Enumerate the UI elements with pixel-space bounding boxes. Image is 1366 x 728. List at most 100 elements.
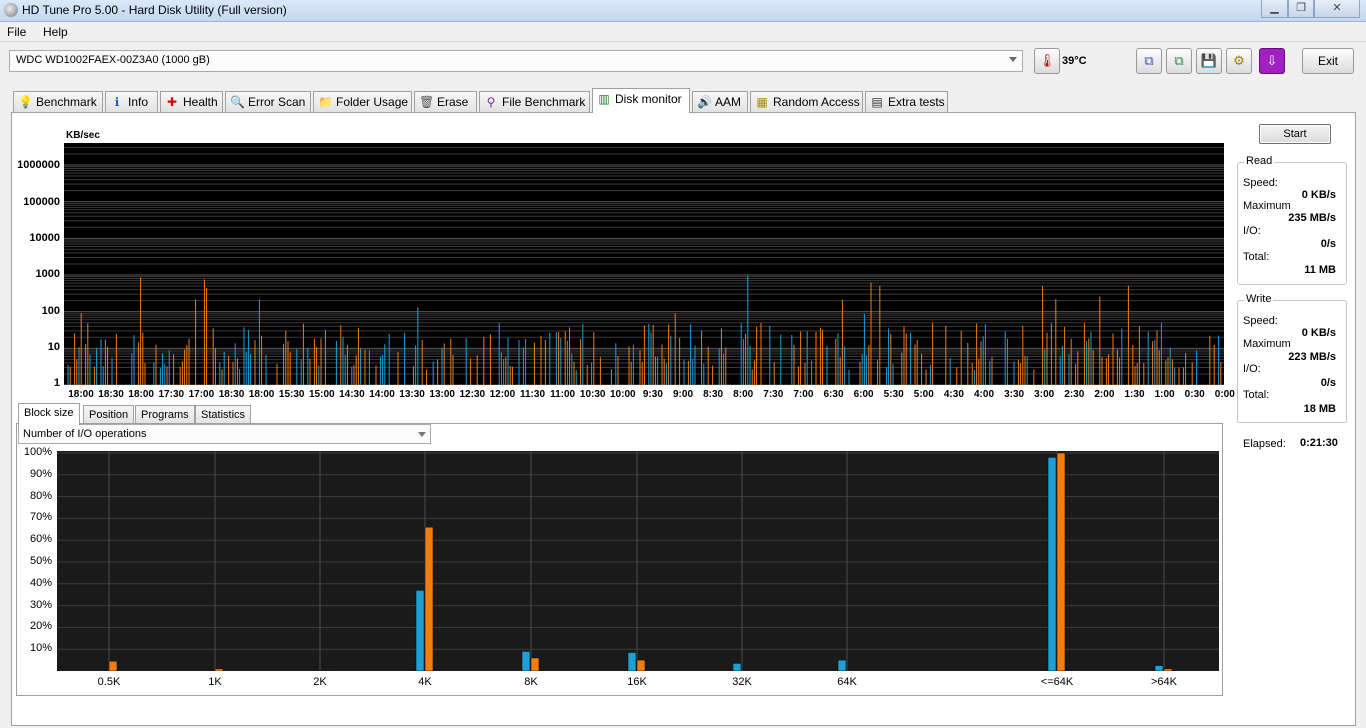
x-category-label: 64K	[837, 676, 857, 688]
y-tick-label: 70%	[29, 511, 52, 524]
x-category-label: >64K	[1151, 676, 1177, 688]
x-tick-label: 2:30	[1064, 389, 1085, 400]
x-tick-label: 9:30	[642, 389, 663, 400]
tab-info[interactable]: ℹ Info	[105, 91, 158, 112]
x-tick-label: 5:00	[913, 389, 934, 400]
x-category-label: 32K	[732, 676, 752, 688]
x-category-label: 2K	[313, 676, 327, 688]
chevron-down-icon	[418, 432, 426, 437]
write-speed-label: Speed:	[1243, 315, 1278, 327]
elapsed-label: Elapsed:	[1243, 438, 1286, 450]
y-tick-label: 100%	[23, 446, 52, 458]
health-icon: ✚	[166, 95, 178, 109]
metric-select-value: Number of I/O operations	[23, 428, 147, 440]
y-tick-label: 40%	[29, 576, 52, 589]
write-group: Write Speed: 0 KB/s Maximum 223 MB/s I/O…	[1237, 293, 1347, 423]
write-bar	[424, 526, 434, 671]
download-icon[interactable]: ⇩	[1259, 48, 1285, 74]
chevron-down-icon	[1009, 57, 1017, 62]
x-tick-label: 9:00	[672, 389, 693, 400]
exit-button[interactable]: Exit	[1302, 48, 1354, 74]
read-max-value: 235 MB/s	[1288, 212, 1336, 224]
tab-aam[interactable]: 🔊 AAM	[692, 91, 748, 112]
x-category-label: <=64K	[1040, 676, 1074, 688]
x-tick-label: 0:30	[1184, 389, 1205, 400]
y-tick-label: 1000000	[17, 159, 60, 171]
x-tick-label: 11:30	[519, 389, 546, 400]
x-category-label: 4K	[418, 676, 432, 688]
x-tick-label: 10:30	[579, 389, 606, 400]
menu-help[interactable]: Help	[43, 25, 68, 39]
subtab-statistics[interactable]: Statistics	[195, 405, 252, 424]
write-io-value: 0/s	[1320, 377, 1336, 389]
file-benchmark-icon: ⚲	[486, 95, 496, 109]
read-group-title: Read	[1244, 155, 1275, 167]
tab-label: AAM	[715, 95, 742, 109]
x-tick-label: 13:00	[429, 389, 455, 400]
drive-select[interactable]: WDC WD1002FAEX-00Z3A0 (1000 gB)	[9, 50, 1023, 72]
tab-label: Error Scan	[248, 95, 306, 109]
tab-label: Folder Usage	[336, 95, 409, 109]
x-tick-label: 15:30	[278, 389, 305, 400]
write-bar	[108, 660, 118, 671]
x-tick-label: 15:00	[309, 389, 335, 400]
save-icon[interactable]: 💾	[1196, 48, 1222, 74]
start-button[interactable]: Start	[1259, 124, 1331, 144]
subtab-programs[interactable]: Programs	[135, 405, 195, 424]
tab-file-benchmark[interactable]: ⚲ File Benchmark	[479, 91, 590, 112]
minimize-button[interactable]: ▁	[1261, 0, 1288, 18]
temperature-value: 39°C	[1062, 55, 1087, 67]
x-category-label: 16K	[627, 676, 647, 688]
y-tick-label: 10%	[29, 642, 52, 655]
extra-tests-icon: ▤	[871, 95, 883, 109]
x-tick-label: 1:30	[1124, 389, 1145, 400]
read-total-label: Total:	[1243, 251, 1270, 263]
copy-text-icon[interactable]: ⧉	[1136, 48, 1162, 74]
read-bar	[1154, 665, 1164, 671]
x-tick-label: 1:00	[1154, 389, 1175, 400]
options-icon[interactable]: ⚙	[1226, 48, 1252, 74]
read-bar	[732, 663, 742, 671]
tab-label: Info	[128, 95, 149, 109]
close-button[interactable]: ✕	[1314, 0, 1360, 18]
x-tick-label: 3:00	[1034, 389, 1055, 400]
read-speed-value: 0 KB/s	[1301, 189, 1336, 201]
maximize-button[interactable]: ❐	[1288, 0, 1314, 18]
tab-disk-monitor[interactable]: ▥ Disk monitor	[592, 88, 690, 113]
read-max-label: Maximum	[1243, 200, 1291, 212]
y-tick-label: 60%	[29, 533, 52, 546]
read-bar	[1047, 457, 1057, 671]
x-tick-label: 18:30	[218, 389, 245, 400]
temperature-icon: 🌡	[1034, 48, 1060, 74]
y-tick-label: 30%	[29, 598, 52, 611]
x-tick-label: 4:00	[973, 389, 994, 400]
y-tick-label: 90%	[29, 467, 52, 480]
menu-file[interactable]: File	[7, 25, 26, 39]
tab-benchmark[interactable]: 💡 Benchmark	[13, 91, 103, 112]
app-icon	[4, 3, 18, 17]
metric-select[interactable]: Number of I/O operations	[18, 424, 431, 444]
title-bar: HD Tune Pro 5.00 - Hard Disk Utility (Fu…	[0, 0, 1366, 22]
monitor-unit-label: KB/sec	[66, 130, 100, 141]
tab-label: Health	[183, 95, 218, 109]
subtab-position[interactable]: Position	[83, 405, 135, 424]
x-tick-label: 18:00	[248, 389, 275, 400]
read-bar	[837, 659, 847, 671]
write-bar	[214, 668, 224, 671]
x-tick-label: 6:30	[823, 389, 844, 400]
x-tick-label: 14:30	[339, 389, 365, 400]
x-tick-label: 18:00	[68, 389, 94, 400]
tab-random-access[interactable]: ▦ Random Access	[750, 91, 863, 112]
tab-error-scan[interactable]: 🔍 Error Scan	[225, 91, 311, 112]
write-max-label: Maximum	[1243, 338, 1291, 350]
tab-extra-tests[interactable]: ▤ Extra tests	[865, 91, 948, 112]
tab-erase[interactable]: 🗑 Erase	[414, 91, 477, 112]
tab-folder-usage[interactable]: 📁 Folder Usage	[313, 91, 412, 112]
read-bar	[521, 651, 531, 671]
subtab-block-size[interactable]: Block size	[18, 403, 80, 425]
tab-label: Disk monitor	[615, 92, 682, 106]
write-bar	[636, 659, 646, 671]
write-io-label: I/O:	[1243, 363, 1261, 375]
tab-health[interactable]: ✚ Health	[160, 91, 223, 112]
copy-screenshot-icon[interactable]: ⧉	[1166, 48, 1192, 74]
